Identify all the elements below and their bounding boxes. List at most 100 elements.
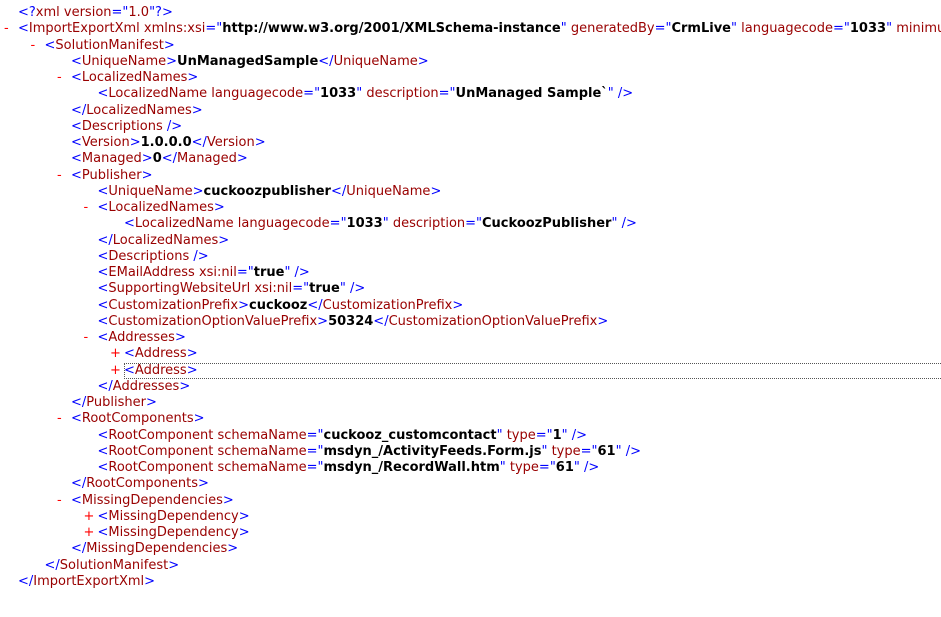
- xml-value: 61: [597, 443, 616, 459]
- xml-markup: <RootComponent schemaName="msdyn_/Record…: [98, 460, 600, 476]
- xml-line: </ImportExportXml>: [0, 574, 941, 590]
- collapse-toggle[interactable]: -: [84, 330, 89, 346]
- xml-punctuation: =": [654, 21, 672, 37]
- xml-punctuation: >: [452, 297, 464, 313]
- xml-punctuation: </: [307, 297, 323, 313]
- xml-punctuation: </: [71, 476, 87, 492]
- xml-punctuation: </: [161, 151, 178, 167]
- xml-markup: </LocalizedNames>: [71, 103, 203, 119]
- xml-name: xml version: [35, 5, 112, 20]
- xml-name: UniqueName: [81, 53, 167, 69]
- xml-line: - <SolutionManifest>: [0, 38, 941, 54]
- xml-punctuation: </: [191, 135, 207, 150]
- xml-punctuation: =": [329, 216, 347, 232]
- xml-punctuation: =": [306, 460, 324, 475]
- collapse-toggle[interactable]: -: [57, 493, 62, 509]
- xml-name: description: [366, 86, 439, 102]
- xml-name: Version: [206, 135, 255, 150]
- xml-punctuation: ": [886, 21, 897, 37]
- xml-name: Descriptions: [81, 118, 163, 134]
- xml-line: </RootComponents>: [0, 476, 941, 492]
- xml-line: </LocalizedNames>: [0, 103, 941, 119]
- xml-markup: <RootComponent schemaName="cuckooz_custo…: [98, 428, 588, 444]
- xml-value: CuckoozPublisher: [482, 216, 612, 232]
- xml-punctuation: " />: [607, 86, 634, 102]
- xml-name: RootComponent: [108, 460, 218, 475]
- xml-name: RootComponent: [108, 443, 218, 459]
- xml-markup: </Addresses>: [98, 379, 191, 395]
- xml-markup: <UniqueName>cuckoozpublisher</UniqueName…: [98, 184, 442, 200]
- xml-name: generatedBy: [570, 21, 655, 37]
- xml-name: MissingDependencies: [81, 492, 223, 508]
- collapse-toggle[interactable]: -: [57, 411, 62, 427]
- xml-punctuation: <: [71, 118, 82, 134]
- xml-punctuation: " />: [611, 216, 637, 232]
- xml-markup: <UniqueName>UnManagedSample</UniqueName>: [71, 54, 429, 70]
- xml-punctuation: >: [166, 53, 178, 69]
- xml-punctuation: <: [97, 313, 109, 329]
- xml-line: - <LocalizedNames>: [0, 70, 941, 86]
- xml-line: <Version>1.0.0.0</Version>: [0, 135, 941, 151]
- collapse-toggle[interactable]: -: [84, 200, 89, 216]
- xml-value: 1: [552, 427, 562, 443]
- xml-punctuation: ": [382, 216, 393, 232]
- expand-toggle[interactable]: +: [84, 509, 95, 525]
- xml-markup: <LocalizedName languagecode="1033" descr…: [98, 86, 634, 102]
- xml-punctuation: =": [205, 21, 223, 37]
- xml-markup: <MissingDependency>: [98, 525, 250, 541]
- xml-punctuation: " />: [573, 460, 600, 475]
- collapse-toggle[interactable]: -: [4, 21, 9, 37]
- xml-punctuation: =": [306, 443, 324, 459]
- xml-punctuation: <: [71, 53, 82, 69]
- xml-line: - <Addresses>: [0, 330, 941, 346]
- xml-line: <CustomizationPrefix>cuckooz</Customizat…: [0, 298, 941, 314]
- xml-line: <RootComponent schemaName="msdyn_/Record…: [0, 460, 941, 476]
- xml-punctuation: </: [44, 557, 60, 573]
- xml-punctuation: <: [97, 427, 109, 443]
- xml-punctuation: =": [306, 427, 324, 443]
- xml-name: Publisher: [81, 167, 142, 183]
- xml-line: <RootComponent schemaName="msdyn_/Activi…: [0, 444, 941, 460]
- xml-line: - <Publisher>: [0, 168, 941, 184]
- xml-document-viewer: <?xml version="1.0"?> - <ImportExportXml x…: [0, 0, 941, 617]
- xml-name: LocalizedNames: [112, 232, 219, 248]
- xml-punctuation: />: [189, 248, 209, 264]
- xml-value: msdyn_/ActivityFeeds.Form.js: [323, 443, 542, 459]
- xml-line: - <LocalizedNames>: [0, 200, 941, 216]
- expand-toggle[interactable]: +: [84, 525, 95, 541]
- xml-name: Addresses: [108, 330, 175, 345]
- xml-name: CustomizationOptionValuePrefix: [108, 313, 318, 329]
- xml-punctuation: <: [97, 183, 109, 199]
- xml-punctuation: <: [97, 265, 109, 280]
- xml-name: xsi:nil: [254, 281, 293, 297]
- expand-toggle[interactable]: +: [110, 346, 121, 362]
- expand-toggle[interactable]: +: [110, 363, 121, 379]
- xml-punctuation: >: [179, 378, 191, 394]
- collapse-toggle[interactable]: -: [57, 70, 62, 86]
- xml-markup: <CustomizationOptionValuePrefix>50324</C…: [98, 314, 609, 330]
- xml-punctuation: <: [97, 281, 109, 297]
- xml-name: languagecode: [741, 21, 834, 37]
- xml-punctuation: <: [97, 330, 109, 345]
- xml-value: cuckooz: [248, 297, 308, 313]
- xml-punctuation: =": [111, 5, 129, 20]
- xml-name: UniqueName: [108, 183, 193, 199]
- xml-punctuation: >: [191, 102, 203, 118]
- xml-punctuation: =": [438, 86, 456, 102]
- xml-punctuation: =": [833, 21, 850, 37]
- xml-name: type: [509, 460, 539, 475]
- xml-punctuation: <: [71, 411, 82, 427]
- xml-name: ImportExportXml: [28, 21, 144, 37]
- collapse-toggle[interactable]: -: [57, 168, 62, 184]
- xml-value: UnManagedSample: [177, 53, 319, 69]
- xml-punctuation: >: [238, 508, 250, 524]
- xml-name: schemaName: [217, 427, 307, 443]
- xml-name: LocalizedName: [108, 86, 212, 102]
- xml-name: RootComponent: [108, 427, 218, 443]
- xml-value: 1033: [320, 86, 357, 102]
- collapse-toggle[interactable]: -: [31, 38, 36, 54]
- xml-markup: <Descriptions />: [98, 249, 209, 265]
- xml-name: 1.0: [128, 5, 150, 20]
- xml-punctuation: =": [236, 265, 254, 280]
- xml-name: LocalizedNames: [81, 70, 188, 85]
